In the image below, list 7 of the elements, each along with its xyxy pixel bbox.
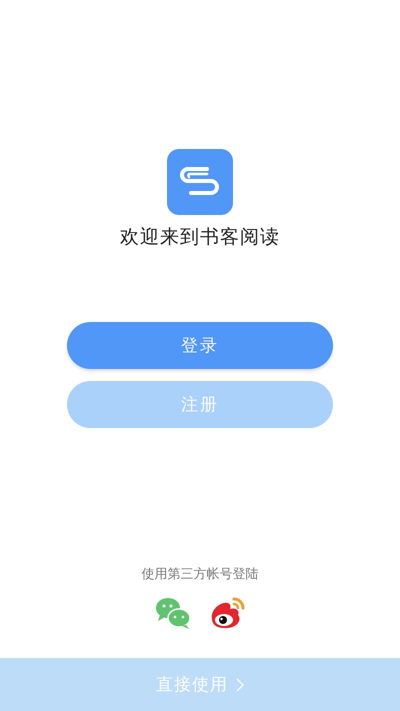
chevron-right-icon [236,678,244,692]
register-button[interactable]: 注册 [67,381,333,428]
direct-use-button[interactable]: 直接使用 [0,658,400,711]
third-party-login-label: 使用第三方帐号登陆 [142,566,258,583]
welcome-title: 欢迎来到书客阅读 [120,225,280,250]
app-logo-icon [167,149,233,215]
login-button[interactable]: 登录 [67,322,333,369]
